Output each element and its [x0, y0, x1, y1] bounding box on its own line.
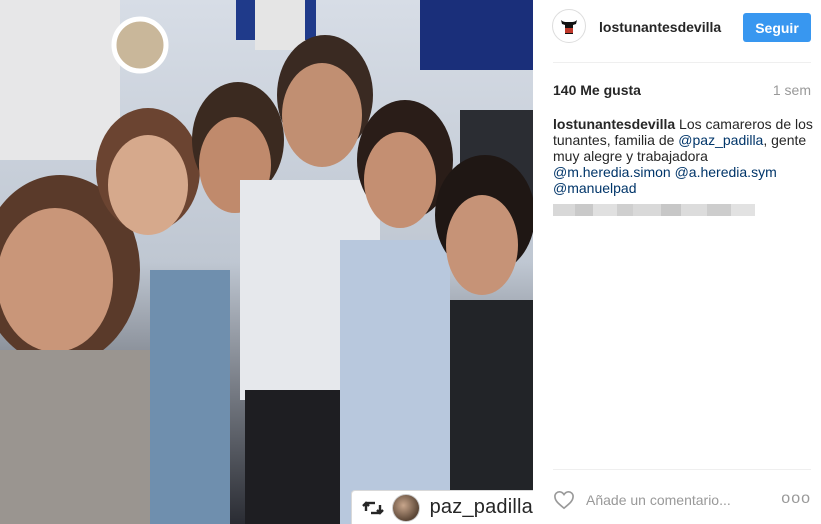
comment-input[interactable]: Añade un comentario...: [586, 492, 731, 508]
mention-link[interactable]: @paz_padilla: [678, 132, 763, 148]
post-header: lostunantesdevilla Seguir: [533, 0, 821, 56]
repost-username: paz_padilla: [429, 496, 533, 518]
follow-button[interactable]: Seguir: [743, 13, 811, 42]
post-sidebar: lostunantesdevilla Seguir 140 Me gusta 1…: [533, 0, 821, 524]
bull-logo-icon: [561, 20, 577, 34]
mention-link[interactable]: @m.heredia.simon: [553, 164, 671, 180]
repost-icon: [362, 497, 384, 519]
header-divider: [553, 62, 811, 63]
profile-avatar[interactable]: [552, 9, 586, 43]
repost-badge[interactable]: paz_padilla: [351, 490, 533, 524]
blurred-hashtags: [553, 204, 755, 216]
caption-author[interactable]: lostunantesdevilla: [553, 116, 675, 132]
group-selfie-image: [0, 0, 533, 524]
header-username[interactable]: lostunantesdevilla: [599, 19, 721, 35]
post-caption: lostunantesdevilla Los camareros de los …: [553, 116, 815, 196]
heart-icon[interactable]: [553, 490, 575, 510]
mention-link[interactable]: @a.heredia.sym: [675, 164, 777, 180]
instagram-post: paz_padilla lostunantesdevilla Seguir 14…: [0, 0, 821, 524]
likes-count[interactable]: 140 Me gusta: [553, 82, 641, 98]
more-options-icon[interactable]: ooo: [781, 490, 811, 508]
mention-link[interactable]: @manuelpad: [553, 180, 637, 196]
comment-bar: Añade un comentario... ooo: [533, 470, 821, 524]
post-time[interactable]: 1 sem: [773, 82, 811, 98]
repost-avatar: [392, 493, 420, 522]
post-photo[interactable]: paz_padilla: [0, 0, 533, 524]
